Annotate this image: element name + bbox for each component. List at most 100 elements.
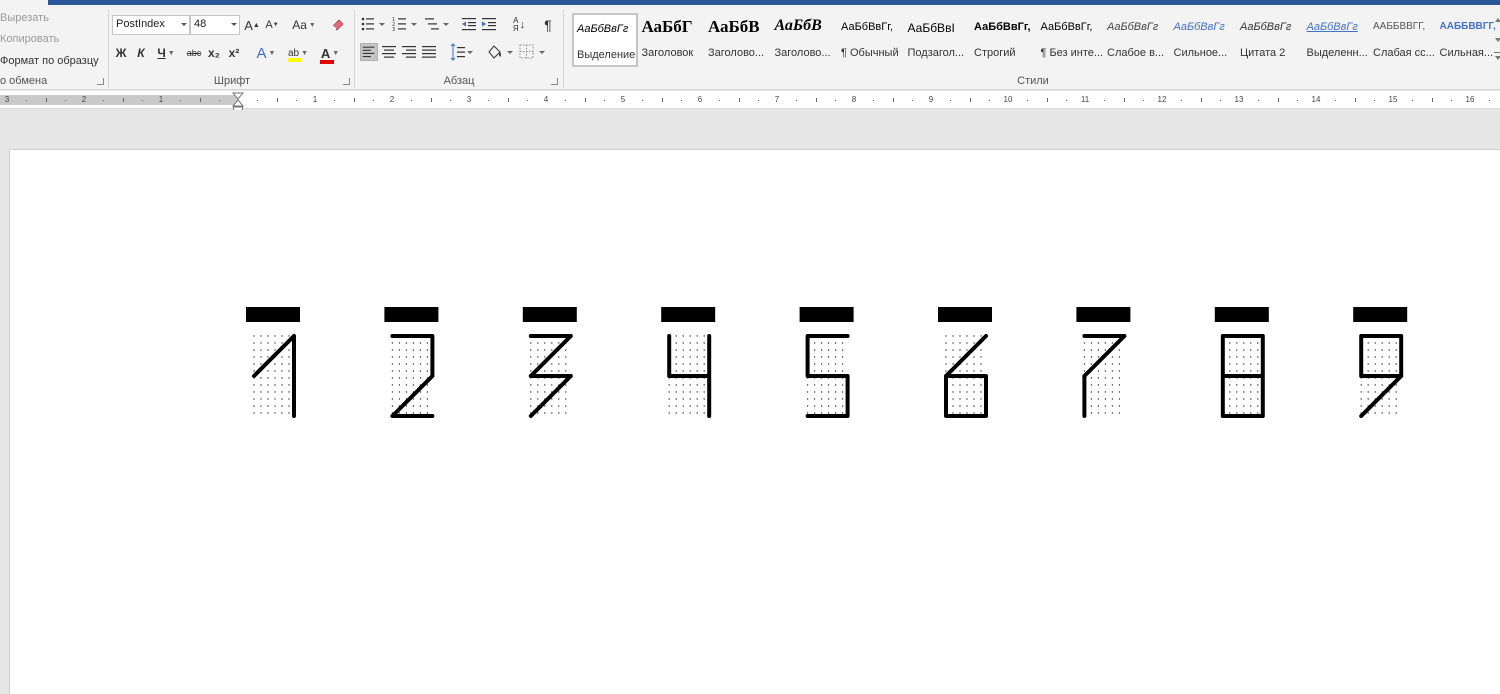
guide-dot: [530, 370, 532, 372]
postal-digit-bar: [246, 307, 300, 322]
style-tile[interactable]: АаБбВвГг Сильное...: [1171, 13, 1237, 67]
guide-dot: [1243, 363, 1245, 365]
guide-dot: [274, 363, 276, 365]
borders-icon[interactable]: [518, 43, 546, 61]
style-preview: АаБбВвГг: [1240, 21, 1292, 33]
guide-dot: [952, 363, 954, 365]
line-spacing-icon[interactable]: [448, 43, 474, 61]
ruler-dot: [103, 100, 105, 101]
format-painter-button[interactable]: Формат по образцу: [0, 55, 99, 67]
font-name-combo[interactable]: PostIndex: [112, 15, 190, 35]
cut-button[interactable]: Вырезать: [0, 12, 49, 24]
guide-dot: [703, 398, 705, 400]
guide-dot: [703, 342, 705, 344]
style-tile[interactable]: АаБбВвГг Выделение: [572, 13, 638, 67]
styles-gallery-scroll[interactable]: [1494, 14, 1500, 66]
guide-dot: [1395, 349, 1397, 351]
align-right-icon[interactable]: [400, 43, 418, 61]
paragraph-launcher-icon[interactable]: [551, 78, 558, 85]
shading-icon[interactable]: [486, 43, 514, 61]
grow-font-button[interactable]: A ▲: [244, 15, 260, 35]
superscript-button[interactable]: x²: [226, 43, 242, 63]
style-tile[interactable]: АаБбВвГг Цитата 2: [1237, 13, 1303, 67]
style-tile[interactable]: АаБбВ Заголово...: [705, 13, 771, 67]
guide-dot: [537, 398, 539, 400]
guide-dot: [391, 370, 394, 372]
highlight-button[interactable]: ab ▼: [284, 43, 312, 63]
style-tile[interactable]: АаБбВ Заголово...: [772, 13, 838, 67]
guide-dot: [253, 356, 255, 358]
postal-digit-stroke: [944, 334, 988, 418]
style-tile[interactable]: АаБбВвГг, Строгий: [971, 13, 1037, 67]
guide-dot: [405, 412, 408, 414]
numbering-icon[interactable]: 1 2 3: [392, 15, 418, 33]
style-preview: АаБбВвІ: [907, 21, 955, 35]
style-tile[interactable]: ААББВВГГ, Слабая сс...: [1370, 13, 1436, 67]
guide-dot: [1118, 398, 1121, 400]
guide-dot: [405, 391, 408, 393]
guide-dot: [813, 356, 816, 358]
document-page[interactable]: [9, 149, 1500, 694]
guide-dot: [558, 391, 560, 393]
guide-dot: [980, 349, 982, 351]
ruler-tick: [892, 98, 894, 102]
style-tile[interactable]: АаБбВвІ Подзагол...: [905, 13, 971, 67]
eraser-icon: [332, 19, 344, 31]
style-tile[interactable]: АаБбВвГг, ¶ Обычный: [838, 13, 904, 67]
horizontal-ruler[interactable]: 3 2 1 1 2 3 4 5 6 7 8 9 10 11 12 13 14 15 16: [0, 91, 1500, 109]
bullets-icon[interactable]: [360, 15, 386, 33]
copy-button[interactable]: Копировать: [0, 33, 59, 45]
postal-digit-bar: [384, 307, 439, 322]
postal-digit-5: [799, 307, 854, 418]
style-tile[interactable]: АаБбВвГг Слабое в...: [1104, 13, 1170, 67]
align-center-icon[interactable]: [380, 43, 398, 61]
guide-dot: [1104, 412, 1107, 414]
guide-dot: [820, 370, 823, 372]
font-launcher-icon[interactable]: [343, 78, 350, 85]
ruler-dot: [950, 100, 952, 101]
multilevel-list-icon[interactable]: [424, 15, 450, 33]
guide-dot: [419, 377, 422, 379]
guide-dot: [274, 384, 276, 386]
clipboard-launcher-icon[interactable]: [97, 78, 104, 85]
clear-formatting-button[interactable]: [328, 15, 348, 35]
increase-indent-icon[interactable]: [480, 15, 498, 33]
postal-digit-bar: [522, 307, 577, 322]
bold-button[interactable]: Ж: [114, 43, 128, 63]
style-tile[interactable]: АаБбВвГг, ¶ Без инте...: [1038, 13, 1104, 67]
ruler-number: 9: [928, 95, 934, 104]
subscript-button[interactable]: x₂: [206, 43, 222, 63]
guide-dot: [1090, 356, 1093, 358]
guide-dot: [288, 412, 290, 414]
guide-dot: [1381, 356, 1383, 358]
postal-digit-stroke: [805, 334, 850, 418]
justify-icon[interactable]: [420, 43, 438, 61]
change-case-button[interactable]: Aa ▼: [290, 15, 318, 35]
guide-dot: [1250, 342, 1252, 344]
shrink-font-button[interactable]: A ▼: [264, 15, 280, 35]
guide-dot: [675, 335, 677, 337]
style-tile[interactable]: АаБбГ Заголовок: [639, 13, 705, 67]
sort-button[interactable]: А Я ↓: [508, 15, 530, 35]
underline-button[interactable]: Ч ▼: [154, 43, 178, 63]
strikethrough-button[interactable]: abc: [184, 43, 204, 63]
guide-dot: [267, 384, 269, 386]
postal-digit-6: [938, 307, 992, 418]
guide-dot: [1118, 349, 1121, 351]
italic-button[interactable]: К: [134, 43, 148, 63]
decrease-indent-icon[interactable]: [460, 15, 478, 33]
align-left-icon[interactable]: [360, 43, 378, 61]
postal-digit-stroke: [1359, 334, 1404, 418]
guide-dot: [834, 342, 837, 344]
guide-dot: [274, 377, 276, 379]
text-effects-button[interactable]: A ▼: [254, 43, 278, 63]
guide-dot: [1111, 384, 1114, 386]
style-tile[interactable]: ААББВВГГ, Сильная...: [1437, 13, 1500, 67]
font-color-button[interactable]: A ▼: [316, 43, 344, 64]
guide-dot: [813, 384, 816, 386]
guide-dot: [703, 349, 705, 351]
font-size-combo[interactable]: 48: [190, 15, 240, 35]
show-marks-button[interactable]: ¶: [540, 15, 556, 35]
ruler-left-margin: [0, 95, 238, 105]
style-tile[interactable]: АаБбВвГг Выделенн...: [1304, 13, 1370, 67]
